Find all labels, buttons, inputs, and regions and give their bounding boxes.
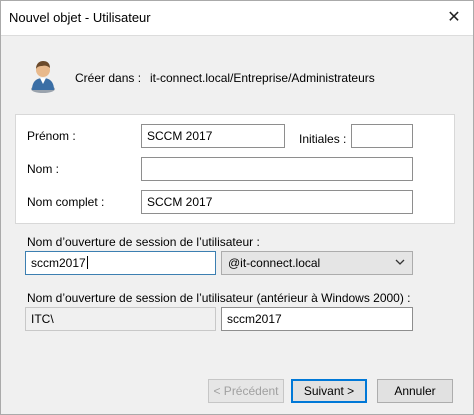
chevron-down-icon	[395, 259, 405, 265]
domain-suffix-select[interactable]: @it-connect.local	[221, 251, 413, 275]
full-name-label: Nom complet :	[27, 195, 105, 209]
legacy-logon-label: Nom d’ouverture de session de l’utilisat…	[27, 291, 411, 305]
last-name-label: Nom :	[27, 162, 60, 176]
close-button[interactable]: ✕	[441, 6, 467, 30]
title-bar: Nouvel objet - Utilisateur ✕	[1, 1, 473, 35]
domain-suffix-value: @it-connect.local	[228, 256, 321, 270]
create-in-label: Créer dans :	[75, 71, 142, 85]
first-name-field[interactable]: SCCM 2017	[141, 124, 285, 148]
new-user-dialog: Nouvel objet - Utilisateur ✕ Créer dans …	[0, 0, 474, 415]
logon-name-field[interactable]: sccm2017	[25, 251, 216, 275]
initials-field[interactable]	[351, 124, 413, 148]
next-button[interactable]: Suivant >	[291, 379, 367, 403]
legacy-domain-field: ITC\	[25, 307, 216, 331]
last-name-field[interactable]	[141, 157, 413, 181]
create-in-path: it-connect.local/Entreprise/Administrate…	[150, 71, 375, 85]
window-title: Nouvel objet - Utilisateur	[9, 10, 151, 25]
legacy-logon-field[interactable]: sccm2017	[221, 307, 413, 331]
user-icon	[31, 61, 55, 93]
previous-button[interactable]: < Précédent	[208, 379, 284, 403]
logon-name-value: sccm2017	[31, 256, 86, 270]
initials-label: Initiales :	[299, 132, 347, 146]
first-name-label: Prénom :	[27, 129, 76, 143]
text-caret	[86, 256, 88, 269]
logon-name-label: Nom d’ouverture de session de l’utilisat…	[27, 235, 260, 249]
full-name-field[interactable]: SCCM 2017	[141, 190, 413, 214]
cancel-button[interactable]: Annuler	[377, 379, 453, 403]
